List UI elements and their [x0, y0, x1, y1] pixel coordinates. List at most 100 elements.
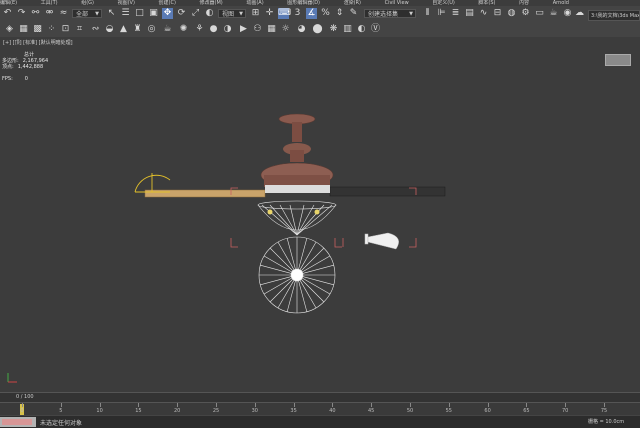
selection-filter-dropdown[interactable]: 全部 ▼ — [72, 9, 102, 18]
spinner-snap-icon[interactable]: ⇕ — [334, 8, 345, 19]
timeline-tick-label: 45 — [368, 408, 375, 414]
bowl-spoke — [269, 279, 293, 303]
window-crossing-icon[interactable]: ▣ — [148, 8, 159, 19]
hair-icon[interactable]: ⚘ — [194, 24, 205, 35]
fan-mount[interactable] — [260, 113, 334, 188]
angle-snap-icon[interactable]: ∡ — [306, 8, 317, 19]
vray-toggle-icon[interactable]: ◐ — [356, 24, 367, 35]
layer-icon[interactable]: ◈ — [4, 24, 15, 35]
layer-explorer-icon[interactable]: ≣ — [450, 8, 461, 19]
unlink-icon[interactable]: ⚮ — [44, 8, 55, 19]
camera-icon[interactable]: ▶ — [238, 24, 249, 35]
render-elements-icon[interactable]: ⚇ — [252, 24, 263, 35]
curve-editor-icon[interactable]: ∿ — [478, 8, 489, 19]
rect-selection-icon[interactable]: □ — [134, 8, 145, 19]
light-bowl[interactable] — [257, 200, 337, 236]
toggle-ribbon-icon[interactable]: ▤ — [464, 8, 475, 19]
reflection-icon[interactable]: ◑ — [222, 24, 233, 35]
select-move-icon[interactable]: ✥ — [162, 8, 173, 19]
container-icon[interactable]: ▦ — [18, 24, 29, 35]
schematic-view-icon[interactable]: ⊟ — [492, 8, 503, 19]
select-scale-icon[interactable]: ⤢ — [190, 8, 201, 19]
maxscript-input[interactable] — [2, 419, 32, 425]
render-iterative-icon[interactable]: ◉ — [562, 8, 573, 19]
torus-icon[interactable]: ◎ — [146, 24, 157, 35]
timeline-tick-label: 65 — [523, 408, 530, 414]
reference-coord-value: 视图 — [222, 11, 235, 18]
status-message: 未选定任何对象 — [40, 420, 83, 427]
light-bowl-top[interactable] — [258, 236, 336, 314]
timeline-tick-label: 30 — [251, 408, 258, 414]
maxscript-listener[interactable] — [0, 417, 36, 427]
vray-light-icon[interactable]: ☼ — [280, 24, 291, 35]
select-link-icon[interactable]: ⚯ — [30, 8, 41, 19]
vray-fur-icon[interactable]: ❋ — [328, 24, 339, 35]
cone-icon[interactable]: ▲ — [118, 24, 129, 35]
material-editor-icon[interactable]: ◍ — [506, 8, 517, 19]
project-path-field[interactable]: 3:\我的文档\3ds Max — [588, 10, 640, 21]
main-toolbar: ↶ ↷ ⚯ ⚮ ≈ 全部 ▼ ↖ ☰ □ ▣ ✥ ⟳ ⤢ ◐ 视图 ▼ ⊞ ✛ … — [0, 6, 640, 23]
render-cloud-icon[interactable]: ☁ — [574, 8, 585, 19]
timeline-tick-label: 75 — [600, 408, 608, 414]
pivot-center-icon[interactable]: ⊞ — [250, 8, 261, 19]
timeline-tick-label: 70 — [562, 408, 569, 414]
timeline-tick-label: 40 — [329, 408, 336, 414]
select-place-icon[interactable]: ◐ — [204, 8, 215, 19]
grid-icon[interactable]: ⌗ — [74, 24, 85, 35]
render-setup-icon[interactable]: ⚙ — [520, 8, 531, 19]
snaps-toggle-icon[interactable]: 3 — [292, 8, 303, 19]
rendered-frame-window-icon[interactable]: ▭ — [534, 8, 545, 19]
teapot-icon[interactable]: ☕ — [162, 24, 173, 35]
redo-icon[interactable]: ↷ — [16, 8, 27, 19]
material-ball-icon[interactable]: ● — [208, 24, 219, 35]
sun-light-icon[interactable]: ✺ — [178, 24, 189, 35]
timeline-tick — [332, 403, 334, 407]
bread-icon[interactable]: ◒ — [104, 24, 115, 35]
timeline-tick — [487, 403, 489, 407]
reference-coord-dropdown[interactable]: 视图 ▼ — [218, 9, 246, 18]
lamp-icon[interactable]: ♜ — [132, 24, 143, 35]
vray-sphere-icon[interactable]: ◕ — [296, 24, 307, 35]
bind-space-warp-icon[interactable]: ≈ — [58, 8, 69, 19]
mirror-icon[interactable]: ⫴ — [422, 8, 433, 19]
fan-blades[interactable] — [144, 185, 446, 198]
vray-frame-buffer-icon[interactable]: ▦ — [266, 24, 277, 35]
timeline-tick-label: 10 — [96, 408, 103, 414]
timeline-tick — [22, 403, 23, 407]
bowl-spoke — [269, 247, 293, 271]
selection-filter-value: 全部 — [76, 11, 89, 18]
edit-named-sets-icon[interactable]: ✎ — [348, 8, 359, 19]
timeline-tick-label: 55 — [445, 408, 452, 414]
vray-plane-icon[interactable]: ▥ — [342, 24, 353, 35]
chevron-down-icon: ▼ — [409, 11, 413, 17]
keyboard-shortcut-toggle-icon[interactable]: ⌨ — [278, 8, 291, 19]
select-manipulate-icon[interactable]: ✛ — [264, 8, 275, 19]
timeline-tick — [60, 403, 62, 407]
timeline-tick — [448, 403, 450, 407]
lamp-shade[interactable] — [364, 232, 399, 250]
dots-icon[interactable]: ⁘ — [46, 24, 57, 35]
render-production-icon[interactable]: ☕ — [548, 8, 559, 19]
named-selection-sets-dropdown[interactable]: 创建选择集 ▼ — [364, 9, 416, 18]
select-object-icon[interactable]: ↖ — [106, 8, 117, 19]
align-icon[interactable]: ⊫ — [436, 8, 447, 19]
box-icon[interactable]: ▩ — [32, 24, 43, 35]
timeline-tick — [526, 403, 528, 407]
scene-geometry[interactable] — [0, 37, 640, 392]
select-rotate-icon[interactable]: ⟳ — [176, 8, 187, 19]
select-by-name-icon[interactable]: ☰ — [120, 8, 131, 19]
scene-explorer-icon[interactable]: ⊡ — [60, 24, 71, 35]
undo-icon[interactable]: ↶ — [2, 8, 13, 19]
timeline-tick-label: 50 — [406, 408, 414, 414]
timeline-tick — [216, 403, 217, 407]
vray-logo-icon[interactable]: Ⓥ — [370, 24, 381, 35]
percent-snap-icon[interactable]: % — [320, 8, 331, 19]
timeline-tick-label: 25 — [212, 408, 220, 414]
vray-proxy-icon[interactable]: ⬤ — [312, 24, 323, 35]
frame-counter[interactable]: 0 / 100 — [16, 394, 34, 400]
timeline[interactable]: 0 5 10 15 20 25 30 35 40 45 50 55 60 65 70 75 — [0, 402, 640, 416]
timeline-tick-label: 60 — [484, 408, 491, 414]
spline-icon[interactable]: ∾ — [90, 24, 101, 35]
timeline-tick-label: 15 — [135, 408, 142, 414]
timeline-tick — [293, 403, 295, 407]
